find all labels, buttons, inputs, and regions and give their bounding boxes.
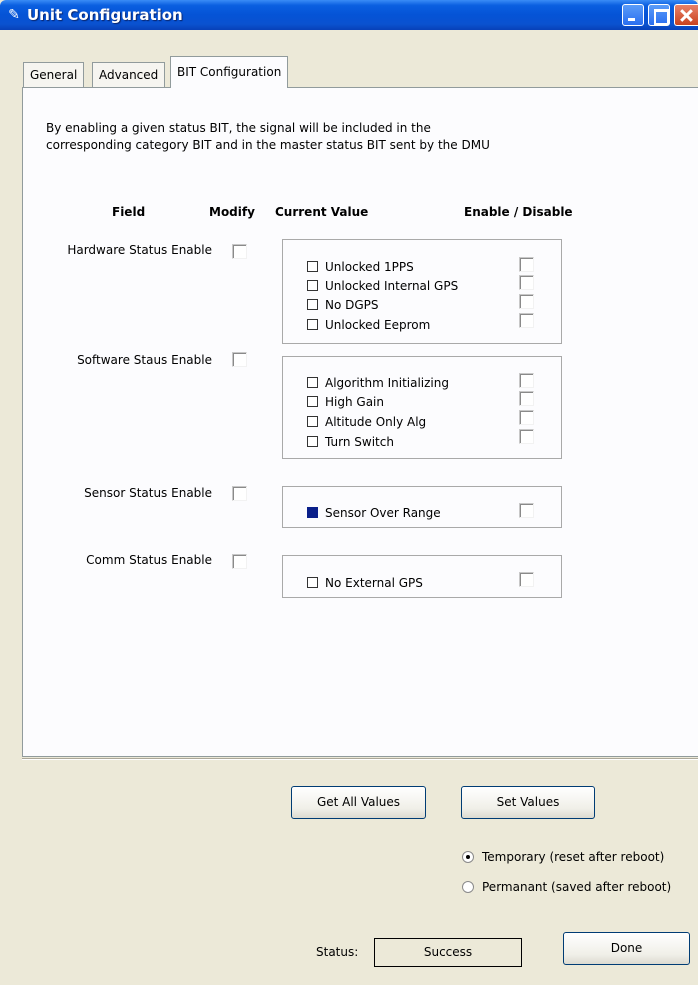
value-indicator [307, 261, 318, 272]
bit-item-sensor-over-range: Sensor Over Range [307, 505, 441, 521]
maximize-icon [649, 5, 669, 25]
bit-item-label: High Gain [325, 395, 384, 409]
tab-bit-configuration[interactable]: BIT Configuration [170, 56, 289, 88]
bit-item-label: Unlocked Internal GPS [325, 279, 459, 293]
radio-selected-icon [462, 851, 474, 863]
radio-label: Permanant (saved after reboot) [482, 880, 672, 894]
description: By enabling a given status BIT, the sign… [46, 120, 606, 154]
window-title: Unit Configuration [27, 6, 183, 24]
description-line: corresponding category BIT and in the ma… [46, 138, 490, 152]
close-button[interactable] [674, 4, 698, 26]
value-indicator [307, 280, 318, 291]
bit-item-unlocked-1pps: Unlocked 1PPS [307, 259, 414, 275]
tab-general[interactable]: General [23, 62, 85, 87]
enable-checkbox-high-gain[interactable] [519, 391, 534, 406]
tab-advanced[interactable]: Advanced [92, 62, 166, 87]
minimize-icon [623, 5, 643, 25]
value-indicator [307, 319, 318, 330]
bit-item-label: No DGPS [325, 298, 379, 312]
status-label: Status: [316, 945, 359, 959]
enable-checkbox-altitude-only-alg[interactable] [519, 410, 534, 425]
enable-checkbox-unlocked-eeprom[interactable] [519, 313, 534, 328]
column-header-field: Field [112, 205, 146, 219]
radio-temporary[interactable]: Temporary (reset after reboot) [462, 850, 664, 864]
enable-checkbox-no-dgps[interactable] [519, 294, 534, 309]
enable-checkbox-unlocked-1pps[interactable] [519, 257, 534, 272]
column-header-modify: Modify [209, 205, 255, 219]
modify-checkbox-software[interactable] [232, 352, 247, 367]
bit-item-high-gain: High Gain [307, 394, 384, 410]
row-label-comm-status: Comm Status Enable [86, 553, 212, 567]
enable-checkbox-unlocked-internal-gps[interactable] [519, 275, 534, 290]
value-indicator [307, 299, 318, 310]
close-icon [675, 5, 698, 25]
status-value: Success [374, 938, 522, 967]
bit-item-label: Unlocked 1PPS [325, 260, 414, 274]
bit-item-label: No External GPS [325, 576, 423, 590]
set-values-button[interactable]: Set Values [461, 786, 595, 819]
get-all-values-button[interactable]: Get All Values [291, 786, 426, 819]
sensor-status-group: Sensor Over Range [282, 486, 562, 528]
bit-item-unlocked-internal-gps: Unlocked Internal GPS [307, 278, 458, 294]
column-header-enable-disable: Enable / Disable [464, 205, 573, 219]
description-line: By enabling a given status BIT, the sign… [46, 121, 431, 135]
row-label-sensor-status: Sensor Status Enable [84, 486, 212, 500]
radio-label: Temporary (reset after reboot) [482, 850, 665, 864]
column-header-current-value: Current Value [275, 205, 369, 219]
value-indicator [307, 396, 318, 407]
modify-checkbox-comm[interactable] [232, 554, 247, 569]
bit-item-label: Turn Switch [325, 435, 394, 449]
value-indicator [307, 416, 318, 427]
maximize-button[interactable] [648, 4, 670, 26]
value-indicator [307, 436, 318, 447]
bit-item-label: Algorithm Initializing [325, 376, 449, 390]
separator [22, 758, 698, 760]
value-indicator [307, 507, 318, 518]
bit-item-no-dgps: No DGPS [307, 297, 379, 313]
row-label-hardware-status: Hardware Status Enable [67, 243, 212, 257]
row-label-software-status: Software Staus Enable [77, 353, 212, 367]
bit-item-label: Altitude Only Alg [325, 415, 427, 429]
hardware-status-group: Unlocked 1PPS Unlocked Internal GPS No D… [282, 239, 562, 344]
title-bar: ✎ Unit Configuration [0, 0, 698, 30]
bit-item-turn-switch: Turn Switch [307, 434, 394, 450]
modify-checkbox-hardware[interactable] [232, 244, 247, 259]
enable-checkbox-algorithm-initializing[interactable] [519, 373, 534, 388]
bit-item-unlocked-eeprom: Unlocked Eeprom [307, 317, 430, 333]
pen-icon: ✎ [8, 7, 20, 23]
done-button[interactable]: Done [563, 932, 690, 965]
bit-item-label: Sensor Over Range [325, 506, 441, 520]
enable-checkbox-no-external-gps[interactable] [519, 572, 534, 587]
bit-item-altitude-only-alg: Altitude Only Alg [307, 414, 426, 430]
value-indicator [307, 377, 318, 388]
enable-checkbox-turn-switch[interactable] [519, 429, 534, 444]
enable-checkbox-sensor-over-range[interactable] [519, 503, 534, 518]
radio-permanent[interactable]: Permanant (saved after reboot) [462, 880, 671, 894]
bit-item-algorithm-initializing: Algorithm Initializing [307, 375, 449, 391]
radio-unselected-icon [462, 881, 474, 893]
bit-item-label: Unlocked Eeprom [325, 318, 431, 332]
bit-item-no-external-gps: No External GPS [307, 575, 423, 591]
software-status-group: Algorithm Initializing High Gain Altitud… [282, 356, 562, 459]
comm-status-group: No External GPS [282, 555, 562, 598]
modify-checkbox-sensor[interactable] [232, 486, 247, 501]
minimize-button[interactable] [622, 4, 644, 26]
value-indicator [307, 577, 318, 588]
